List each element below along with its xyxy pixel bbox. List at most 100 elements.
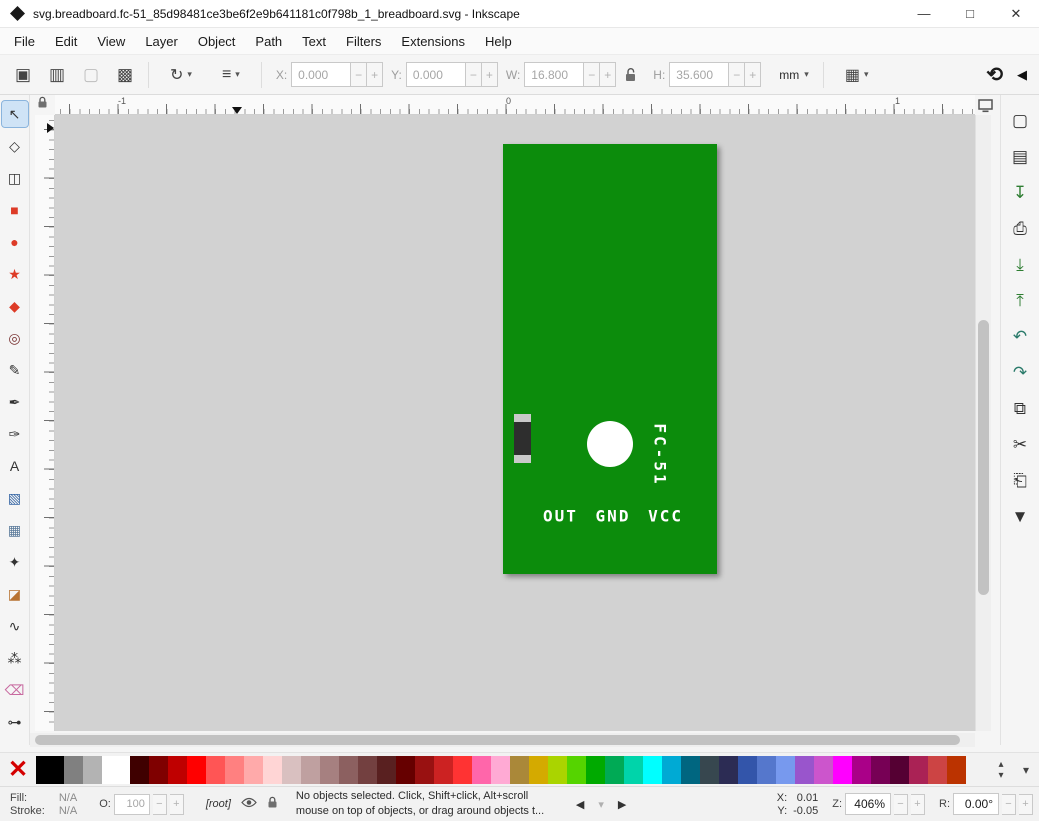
more-commands-button[interactable]: ▼ xyxy=(1005,503,1035,531)
palette-swatch[interactable] xyxy=(64,755,83,784)
palette-swatch[interactable] xyxy=(529,755,548,784)
units-dropdown[interactable]: mm ▾ xyxy=(771,64,817,86)
monitor-icon[interactable] xyxy=(976,97,994,114)
menu-file[interactable]: File xyxy=(4,30,45,53)
palette-swatch[interactable] xyxy=(36,755,64,784)
rotation-increment-button[interactable]: + xyxy=(1019,793,1033,815)
palette-swatch[interactable] xyxy=(168,755,187,784)
width-increment-button[interactable]: + xyxy=(600,62,617,87)
palette-swatch[interactable] xyxy=(491,755,510,784)
palette-scroll-up-icon[interactable]: ▴ xyxy=(998,759,1003,770)
menu-object[interactable]: Object xyxy=(188,30,246,53)
menu-help[interactable]: Help xyxy=(475,30,522,53)
pcb-board[interactable]: FC-51 OUT GND VCC xyxy=(503,144,717,574)
palette-swatch[interactable] xyxy=(396,755,415,784)
lock-guides-icon[interactable] xyxy=(37,96,48,114)
cut-button[interactable]: ✂ xyxy=(1005,431,1035,459)
vertical-scrollbar-thumb[interactable] xyxy=(978,320,989,595)
palette-swatch[interactable] xyxy=(890,755,909,784)
palette-swatch[interactable] xyxy=(225,755,244,784)
palette-swatch[interactable] xyxy=(377,755,396,784)
palette-swatch[interactable] xyxy=(814,755,833,784)
minimize-button[interactable]: — xyxy=(901,0,947,27)
selection-touch-button[interactable]: ▩ xyxy=(108,60,142,90)
vertical-scrollbar[interactable] xyxy=(975,115,991,731)
menu-view[interactable]: View xyxy=(87,30,135,53)
horizontal-scrollbar[interactable] xyxy=(30,733,975,747)
opacity-increment-button[interactable]: + xyxy=(169,793,184,815)
rotate-flip-dropdown[interactable]: ↻ ▾ xyxy=(163,61,199,89)
palette-menu-icon[interactable]: ▾ xyxy=(1013,763,1039,777)
rotation-decrement-button[interactable]: − xyxy=(1002,793,1016,815)
palette-swatch[interactable] xyxy=(130,755,149,784)
palette-swatch[interactable] xyxy=(244,755,263,784)
zoom-increment-button[interactable]: + xyxy=(911,793,925,815)
prev-arrow-icon[interactable]: ◀ xyxy=(576,798,584,811)
pencil-tool[interactable]: ✎ xyxy=(2,357,28,383)
width-input[interactable]: 16.800 xyxy=(524,62,585,87)
shape-builder-tool[interactable]: ◫ xyxy=(2,165,28,191)
select-all-button[interactable]: ▣ xyxy=(6,60,40,90)
print-button[interactable]: ⎙ xyxy=(1005,215,1035,243)
palette-swatch[interactable] xyxy=(472,755,491,784)
vertical-ruler[interactable] xyxy=(35,115,55,731)
connector-tool[interactable]: ⊶ xyxy=(2,709,28,735)
palette-swatch[interactable] xyxy=(738,755,757,784)
ellipse-tool[interactable]: ● xyxy=(2,229,28,255)
palette-swatch[interactable] xyxy=(301,755,320,784)
dropper-tool[interactable]: ✦ xyxy=(2,549,28,575)
palette-swatch[interactable] xyxy=(757,755,776,784)
scale-options-dropdown[interactable]: ▦ ▾ xyxy=(838,61,876,89)
node-editor-tool[interactable]: ◇ xyxy=(2,133,28,159)
mesh-gradient-tool[interactable]: ▦ xyxy=(2,517,28,543)
palette-swatch[interactable] xyxy=(358,755,377,784)
palette-swatch[interactable] xyxy=(187,755,206,784)
save-document-button[interactable]: ↧ xyxy=(1005,179,1035,207)
horizontal-scrollbar-thumb[interactable] xyxy=(35,735,960,745)
palette-swatch[interactable] xyxy=(206,755,225,784)
box-3d-tool[interactable]: ◆ xyxy=(2,293,28,319)
layer-lock-icon[interactable] xyxy=(267,796,278,812)
new-document-button[interactable]: ▢ xyxy=(1005,107,1035,135)
palette-swatch[interactable] xyxy=(871,755,890,784)
menu-extensions[interactable]: Extensions xyxy=(391,30,475,53)
select-all-layers-button[interactable]: ▥ xyxy=(40,60,74,90)
height-increment-button[interactable]: + xyxy=(745,62,762,87)
palette-swatch[interactable] xyxy=(339,755,358,784)
zoom-input[interactable]: 406% xyxy=(845,793,891,815)
menu-layer[interactable]: Layer xyxy=(135,30,188,53)
y-input[interactable]: 0.000 xyxy=(405,62,466,87)
palette-swatch[interactable] xyxy=(567,755,586,784)
lock-aspect-ratio-icon[interactable] xyxy=(624,67,637,83)
close-button[interactable]: ✕ xyxy=(993,0,1039,27)
maximize-button[interactable]: □ xyxy=(947,0,993,27)
palette-scroll-down-icon[interactable]: ▾ xyxy=(998,770,1003,781)
spiral-tool[interactable]: ◎ xyxy=(2,325,28,351)
eraser-tool[interactable]: ⌫ xyxy=(2,677,28,703)
palette-swatch[interactable] xyxy=(852,755,871,784)
palette-swatch[interactable] xyxy=(947,755,966,784)
gradient-tool[interactable]: ▧ xyxy=(2,485,28,511)
palette-swatch[interactable] xyxy=(643,755,662,784)
palette-swatch[interactable] xyxy=(510,755,529,784)
menu-filters[interactable]: Filters xyxy=(336,30,391,53)
x-increment-button[interactable]: + xyxy=(367,62,384,87)
import-button[interactable]: ⤓ xyxy=(1005,251,1035,279)
palette-swatch[interactable] xyxy=(776,755,795,784)
palette-swatch[interactable] xyxy=(149,755,168,784)
current-layer-label[interactable]: [root] xyxy=(206,798,231,810)
nav-menu-icon[interactable]: ▾ xyxy=(598,798,604,811)
palette-swatch[interactable] xyxy=(102,755,130,784)
palette-swatch[interactable] xyxy=(605,755,624,784)
star-tool[interactable]: ★ xyxy=(2,261,28,287)
palette-swatch[interactable] xyxy=(928,755,947,784)
export-button[interactable]: ⤒ xyxy=(1005,287,1035,315)
tweak-tool[interactable]: ∿ xyxy=(2,613,28,639)
palette-swatch[interactable] xyxy=(320,755,339,784)
no-color-button[interactable]: ✕ xyxy=(0,756,36,784)
open-document-button[interactable]: ▤ xyxy=(1005,143,1035,171)
palette-swatch[interactable] xyxy=(624,755,643,784)
palette-swatch[interactable] xyxy=(909,755,928,784)
snap-toggle-icon[interactable]: ⟲ xyxy=(980,62,1009,87)
opacity-input[interactable]: 100 xyxy=(113,793,150,815)
